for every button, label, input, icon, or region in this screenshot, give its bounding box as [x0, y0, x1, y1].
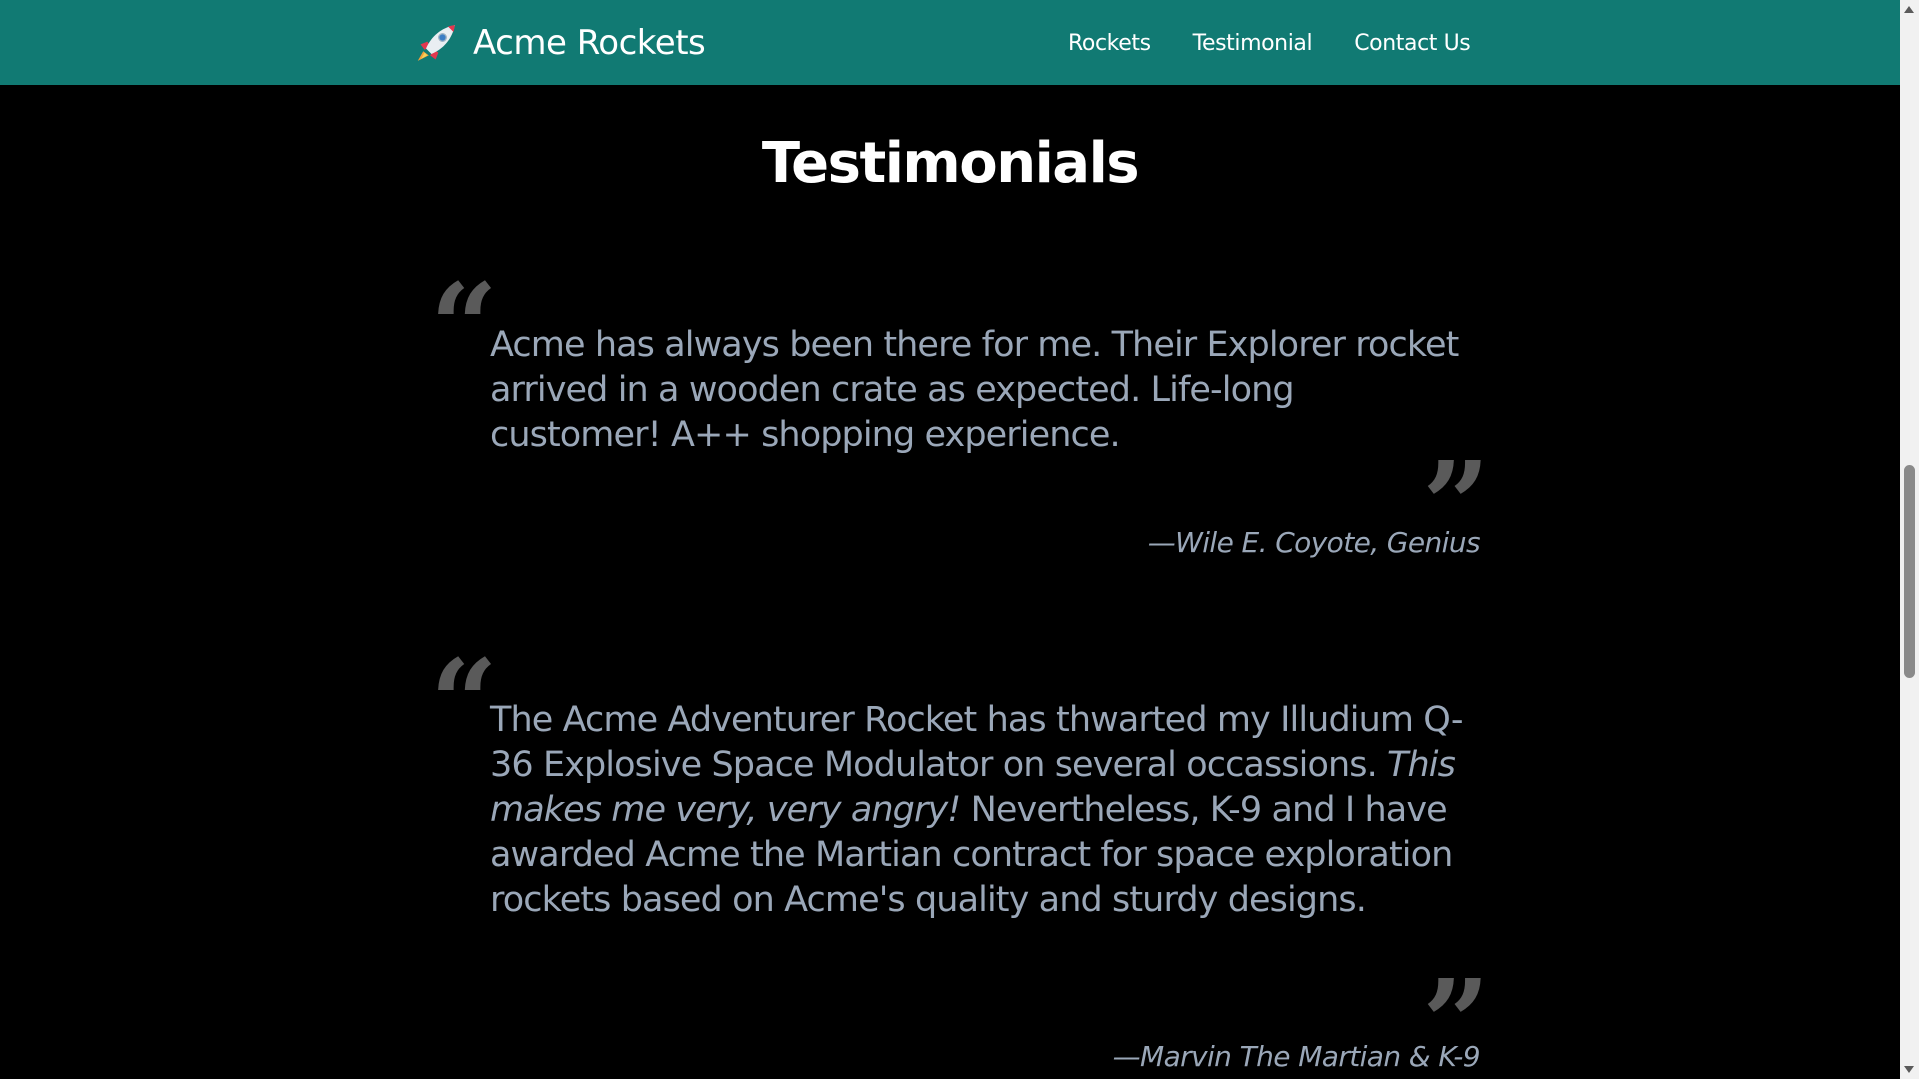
testimonial-card: “ The Acme Adventurer Rocket has thwarte…	[430, 644, 1490, 1079]
testimonial-attribution: —Wile E. Coyote, Genius	[1147, 526, 1481, 559]
nav-link-testimonial[interactable]: Testimonial	[1193, 26, 1313, 62]
testimonial-card: “ Acme has always been there for me. The…	[430, 268, 1490, 578]
site-header: Acme Rockets Rockets Testimonial Contact…	[0, 0, 1900, 85]
main-nav: Rockets Testimonial Contact Us	[1068, 26, 1471, 62]
scroll-up-arrow-icon[interactable]	[1904, 6, 1914, 13]
testimonial-text-part: The Acme Adventurer Rocket has thwarted …	[490, 700, 1464, 785]
testimonial-text: Acme has always been there for me. Their…	[490, 325, 1459, 455]
page: Acme Rockets Rockets Testimonial Contact…	[0, 0, 1919, 1079]
scrollbar-thumb[interactable]	[1904, 465, 1915, 678]
page-title: Testimonials	[761, 131, 1140, 196]
scroll-down-arrow-icon[interactable]	[1904, 1066, 1914, 1073]
testimonial-text: The Acme Adventurer Rocket has thwarted …	[490, 698, 1470, 923]
nav-link-rockets[interactable]: Rockets	[1068, 26, 1151, 62]
rocket-icon	[417, 25, 455, 61]
open-quote-icon: “	[430, 633, 498, 772]
brand-link[interactable]: Acme Rockets	[415, 20, 706, 66]
brand-name: Acme Rockets	[473, 23, 706, 63]
vertical-scrollbar[interactable]	[1900, 0, 1919, 1079]
nav-link-contact-us[interactable]: Contact Us	[1354, 26, 1471, 62]
open-quote-icon: “	[430, 257, 498, 396]
testimonial-attribution: —Marvin The Martian & K-9	[1112, 1040, 1481, 1073]
